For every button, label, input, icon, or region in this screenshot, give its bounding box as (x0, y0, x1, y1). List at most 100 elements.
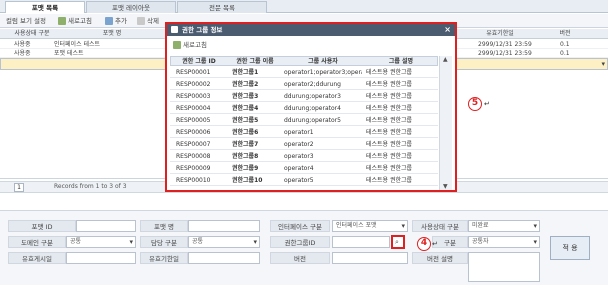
callout-5: 5 (468, 97, 482, 111)
group-name-cell: 권한그룹9 (232, 165, 259, 172)
callout-4: 4 (417, 237, 431, 251)
dialog-row[interactable]: RESP00005 권한그룹5 ddurung;operator5 테스트용 권한그룹 (170, 115, 438, 126)
group-name-cell: 권한그룹2 (232, 81, 259, 88)
dialog-toolbar: 새로고침 (171, 40, 451, 52)
dialog-row[interactable]: RESP00001 권한그룹1 operator1;operator3;operat… (170, 67, 438, 78)
dialog-row[interactable]: RESP00002 권한그룹2 operator2;ddurung 테스트용 권한그룹 (170, 79, 438, 90)
row-status: 사용중 (14, 41, 31, 48)
search-icon: ⌕ (395, 238, 399, 246)
detail-form: 포맷 ID 포맷 명 인터페이스 구분 인터페이스 포맷 사용상태 구분 미완료… (0, 210, 608, 285)
post-date-input[interactable] (66, 252, 136, 264)
dialog-title: 권한 그룹 정보 (182, 26, 223, 34)
group-id-cell: RESP00006 (176, 129, 211, 136)
interface-type-select[interactable]: 인터페이스 포맷 (332, 220, 408, 232)
dialog-row[interactable]: RESP00003 권한그룹3 ddurung;operator3 테스트용 권한그룹 (170, 91, 438, 102)
row-expiry: 2999/12/31 23:59 (478, 50, 532, 57)
refresh-button[interactable]: 새로고침 (58, 16, 92, 26)
group-desc-cell: 테스트용 권한그룹 (366, 165, 413, 172)
scroll-down-icon[interactable]: ▼ (443, 183, 448, 190)
dialog-row[interactable]: RESP00007 권한그룹7 operator2 테스트용 권한그룹 (170, 139, 438, 150)
col-status[interactable]: 사용상태 구분 (2, 29, 62, 39)
group-desc-cell: 테스트용 권한그룹 (366, 81, 413, 88)
group-users-cell: operator2 (284, 141, 314, 148)
col-version[interactable]: 버전 (545, 29, 585, 39)
col-format-name[interactable]: 포맷 명 (62, 29, 162, 39)
group-name-cell: 권한그룹6 (232, 129, 259, 136)
perm-group-search-button[interactable]: ⌕ (391, 235, 405, 249)
group-desc-cell: 테스트용 권한그룹 (366, 177, 413, 184)
domain-type-label: 도메인 구분 (8, 236, 66, 248)
add-button[interactable]: 추가 (105, 16, 127, 26)
dialog-refresh-button[interactable]: 새로고침 (173, 40, 207, 50)
dialog-scrollbar[interactable]: ▲ ▼ (439, 56, 452, 190)
col-group-name[interactable]: 권한 그룹 이름 (227, 57, 283, 67)
format-id-input[interactable] (76, 220, 136, 232)
dialog-grid-header: 권한 그룹 ID 권한 그룹 이름 그룹 사용자 그룹 설명 (170, 56, 438, 66)
scroll-up-icon[interactable]: ▲ (443, 56, 448, 63)
return-mark-5: ↵ (484, 100, 490, 108)
close-icon[interactable]: × (444, 24, 451, 36)
apply-button[interactable]: 적 용 (550, 236, 590, 260)
group-desc-cell: 테스트용 권한그룹 (366, 117, 413, 124)
tab-format-list[interactable]: 포맷 목록 (5, 1, 85, 13)
tab-format-layout[interactable]: 포맷 레이아웃 (86, 1, 176, 13)
col-group-users[interactable]: 그룹 사용자 (283, 57, 363, 67)
dialog-row[interactable]: RESP00008 권한그룹8 operator3 테스트용 권한그룹 (170, 151, 438, 162)
add-icon (105, 17, 113, 25)
version-input[interactable] (332, 252, 408, 264)
format-name-input[interactable] (188, 220, 260, 232)
group-id-cell: RESP00004 (176, 105, 211, 112)
domain-type-select[interactable]: 공통 (66, 236, 136, 248)
perm-group-id-label: 권한그룹ID (270, 236, 330, 248)
dialog-row[interactable]: RESP00010 권한그룹10 operator5 테스트용 권한그룹 (170, 175, 438, 186)
group-desc-cell: 테스트용 권한그룹 (366, 105, 413, 112)
group-users-cell: operator5 (284, 177, 314, 184)
dialog-row[interactable]: RESP00004 권한그룹4 ddurung;operator4 테스트용 권한그룹 (170, 103, 438, 114)
group-users-cell: ddurung;operator3 (284, 93, 341, 100)
group-desc-cell: 테스트용 권한그룹 (366, 129, 413, 136)
delete-button[interactable]: 삭제 (137, 16, 159, 26)
col-expiry[interactable]: 유효기한일 (470, 29, 530, 39)
perm-group-id-input[interactable] (332, 236, 390, 248)
format-name-label: 포맷 명 (140, 220, 188, 232)
post-date-label: 유효게시일 (8, 252, 66, 264)
refresh-label: 새로고침 (68, 17, 92, 25)
group-users-cell: operator1;operator3;operat (284, 69, 362, 76)
dialog-row[interactable]: RESP00009 권한그룹9 operator4 테스트용 권한그룹 (170, 163, 438, 174)
row-version: 0.1 (560, 41, 570, 48)
page-number[interactable]: 1 (14, 183, 24, 192)
group-id-cell: RESP00009 (176, 165, 211, 172)
dialog-row[interactable]: RESP00006 권한그룹6 operator1 테스트용 권한그룹 (170, 127, 438, 138)
permission-group-dialog: 권한 그룹 정보 × 새로고침 권한 그룹 ID 권한 그룹 이름 그룹 사용자… (165, 22, 457, 192)
group-id-cell: RESP00007 (176, 141, 211, 148)
status-type-label: 사용상태 구분 (412, 220, 468, 232)
group-users-cell: ddurung;operator4 (284, 105, 341, 112)
expiry-date-input[interactable] (188, 252, 260, 264)
records-info: Records from 1 to 3 of 3 (54, 183, 127, 190)
status-type-select[interactable]: 미완료 (468, 220, 540, 232)
col-group-id[interactable]: 권한 그룹 ID (171, 57, 227, 67)
group-id-cell: RESP00001 (176, 69, 211, 76)
group-id-cell: RESP00008 (176, 153, 211, 160)
delete-label: 삭제 (147, 17, 159, 25)
column-view-settings-label: 컬럼 보기 설정 (6, 17, 47, 25)
group-users-cell: operator3 (284, 153, 314, 160)
group-users-cell: ddurung;operator5 (284, 117, 341, 124)
row-name: 포맷 테스트 (54, 50, 84, 57)
group-id-cell: RESP00005 (176, 117, 211, 124)
group-desc-cell: 테스트용 권한그룹 (366, 93, 413, 100)
row-name: 인터페이스 테스트 (54, 41, 101, 48)
dialog-title-bar: 권한 그룹 정보 × (167, 24, 455, 36)
version-desc-textarea[interactable] (468, 252, 540, 282)
owner-type-select[interactable]: 공통 (188, 236, 260, 248)
group-users-cell: operator4 (284, 165, 314, 172)
tab-message-list[interactable]: 전문 목록 (177, 1, 267, 13)
group-desc-cell: 테스트용 권한그룹 (366, 69, 413, 76)
usage-type-select[interactable]: 공통자 (468, 236, 540, 248)
column-view-settings-button[interactable]: 컬럼 보기 설정 (6, 16, 46, 26)
group-id-cell: RESP00003 (176, 93, 211, 100)
col-group-desc[interactable]: 그룹 설명 (363, 57, 439, 67)
version-label: 버전 (270, 252, 330, 264)
group-name-cell: 권한그룹3 (232, 93, 259, 100)
tab-bar: 포맷 목록 포맷 레이아웃 전문 목록 (0, 0, 608, 13)
